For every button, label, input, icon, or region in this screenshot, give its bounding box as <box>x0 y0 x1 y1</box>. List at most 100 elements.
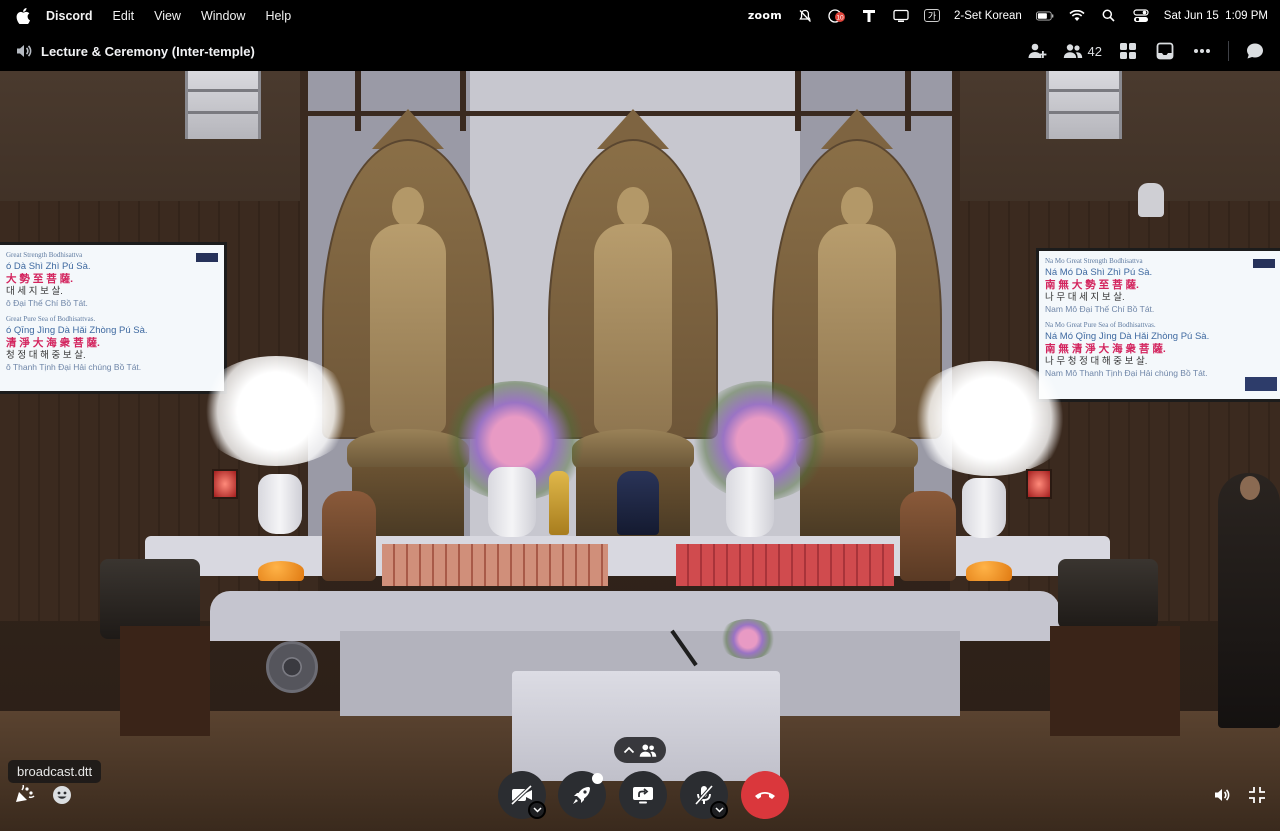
screen-vietnamese: Nam Mô Thanh Tịnh Đại Hải chúng Bồ Tát. <box>1045 368 1208 378</box>
screen-pinyin: ó Qīng Jìng Dà Hǎi Zhòng Pú Sà. <box>6 325 148 336</box>
temple-drum-right <box>1058 559 1158 629</box>
screen-pinyin: Ná Mó Qīng Jìng Dà Hǎi Zhòng Pú Sà. <box>1045 331 1210 342</box>
keyboard-layout-icon[interactable]: 가 <box>924 9 941 22</box>
screen-korean: 청 정 대 해 중 보 살. <box>6 350 86 361</box>
soundboard-icon[interactable] <box>12 783 36 807</box>
battery-icon[interactable] <box>1035 8 1054 24</box>
screen-korean: 나 무 청 정 대 해 중 보 살. <box>1045 356 1148 367</box>
apple-icon[interactable] <box>16 7 30 24</box>
people-icon <box>1063 44 1082 58</box>
guardian-statue-right <box>900 491 956 581</box>
voice-channel-icon <box>17 45 32 57</box>
activity-notification-dot <box>592 773 603 784</box>
header-divider <box>1228 41 1229 61</box>
input-source-label[interactable]: 2-Set Korean <box>954 10 1022 22</box>
hang-up-icon <box>755 792 775 799</box>
screen-heading: Na Mo Great Pure Sea of Bodhisattvas. <box>1045 321 1156 329</box>
video-off-icon <box>511 785 533 805</box>
show-participants-button[interactable] <box>614 737 666 763</box>
camera-options-chevron[interactable] <box>528 801 546 819</box>
emoji-reaction-icon[interactable] <box>50 783 74 807</box>
text-tool-icon[interactable] <box>860 8 878 24</box>
guardian-statue-left <box>322 491 376 581</box>
chant-screen-left: Great Strength Bodhisattva ó Dà Shì Zhì … <box>0 242 227 394</box>
screen-thumbnail <box>1245 377 1277 391</box>
macos-menubar: Discord Edit View Window Help zoom 10 가 … <box>0 0 1280 31</box>
screen-heading: Na Mo Great Strength Bodhisattva <box>1045 257 1143 265</box>
screen-share-button[interactable] <box>619 771 667 819</box>
mute-button[interactable] <box>680 771 728 819</box>
floor-fan <box>266 641 318 693</box>
display-icon[interactable] <box>892 8 910 24</box>
chant-screen-right: Na Mo Great Strength Bodhisattva Ná Mó D… <box>1036 248 1280 402</box>
white-orchids-right <box>906 361 1074 476</box>
menu-edit[interactable]: Edit <box>113 9 135 23</box>
inbox-icon[interactable] <box>1154 40 1176 62</box>
chevron-up-icon <box>623 746 635 754</box>
menu-view[interactable]: View <box>154 9 181 23</box>
sutra-books-right <box>676 544 894 586</box>
screen-vietnamese: ô Đại Thế Chí Bồ Tát. <box>6 298 88 308</box>
more-options-icon[interactable] <box>1191 40 1213 62</box>
menu-app-name[interactable]: Discord <box>46 9 93 23</box>
call-header: Lecture & Ceremony (Inter-temple) 42 <box>0 31 1280 71</box>
sutra-books-left <box>382 544 608 586</box>
invite-people-button[interactable] <box>1026 40 1048 62</box>
menu-window[interactable]: Window <box>201 9 245 23</box>
screen-heading: Great Strength Bodhisattva <box>6 251 83 259</box>
fruit-offering <box>258 561 304 581</box>
notification-badge-icon[interactable]: 10 <box>828 8 846 24</box>
audio-options-chevron[interactable] <box>710 801 728 819</box>
call-controls <box>0 771 1280 831</box>
disconnect-button[interactable] <box>741 771 789 819</box>
vase <box>726 467 774 537</box>
screen-chinese: 南 無 大 勢 至 菩 薩. <box>1045 279 1139 291</box>
rocket-icon <box>573 787 590 804</box>
screen-chinese: 大 勢 至 菩 薩. <box>6 273 74 285</box>
chat-bubble-icon[interactable] <box>1244 40 1266 62</box>
stream-volume-icon[interactable] <box>1210 783 1234 807</box>
participant-count-button[interactable]: 42 <box>1063 43 1102 59</box>
red-lantern <box>1026 469 1052 499</box>
wifi-icon[interactable] <box>1068 8 1086 24</box>
exit-fullscreen-icon[interactable] <box>1245 783 1269 807</box>
spotlight-search-icon[interactable] <box>1100 8 1118 24</box>
notification-count: 10 <box>836 14 844 21</box>
ceiling-lamp-right <box>1046 71 1122 139</box>
grid-layout-button[interactable] <box>1117 40 1139 62</box>
screen-logo <box>196 253 218 262</box>
control-center-icon[interactable] <box>1132 8 1150 24</box>
fruit-offering <box>966 561 1012 581</box>
ceiling-lamp-left <box>185 71 261 139</box>
lectern-flowers <box>718 619 778 659</box>
white-orchids-left <box>196 356 356 466</box>
channel-title: Lecture & Ceremony (Inter-temple) <box>41 43 255 59</box>
screen-chinese: 清 淨 大 海 衆 菩 薩. <box>6 337 100 349</box>
lectern <box>512 671 780 781</box>
screen-share-icon <box>633 787 653 804</box>
screen-korean: 나 무 대 세 지 보 살. <box>1045 292 1125 303</box>
drum-stand <box>1050 626 1180 736</box>
menu-help[interactable]: Help <box>265 9 291 23</box>
zoom-status-item[interactable]: zoom <box>748 9 782 22</box>
wood-beam <box>300 71 308 541</box>
screen-logo <box>1253 259 1275 268</box>
screen-heading: Great Pure Sea of Bodhisattvas. <box>6 315 96 323</box>
ptz-camera <box>1138 183 1164 217</box>
screen-vietnamese: ô Thanh Tịnh Đại Hải chúng Bồ Tát. <box>6 362 142 372</box>
drum-stand <box>120 626 210 736</box>
camera-toggle-button[interactable] <box>498 771 546 819</box>
vase <box>488 467 536 537</box>
activities-button[interactable] <box>558 771 606 819</box>
baby-buddha-figure <box>549 471 569 535</box>
screen-pinyin: ó Dà Shì Zhì Pú Sà. <box>6 261 91 272</box>
stream-video[interactable]: Great Strength Bodhisattva ó Dà Shì Zhì … <box>0 71 1280 831</box>
vase <box>258 474 302 534</box>
small-shrine-figure <box>617 471 659 535</box>
people-icon <box>639 743 657 757</box>
red-lantern <box>212 469 238 499</box>
datetime-label[interactable]: Sat Jun 15 1:09 PM <box>1164 10 1268 22</box>
muted-bell-icon[interactable] <box>796 8 814 24</box>
screen-chinese: 南 無 清 淨 大 海 衆 菩 薩. <box>1045 343 1166 355</box>
participant-count: 42 <box>1087 43 1102 59</box>
